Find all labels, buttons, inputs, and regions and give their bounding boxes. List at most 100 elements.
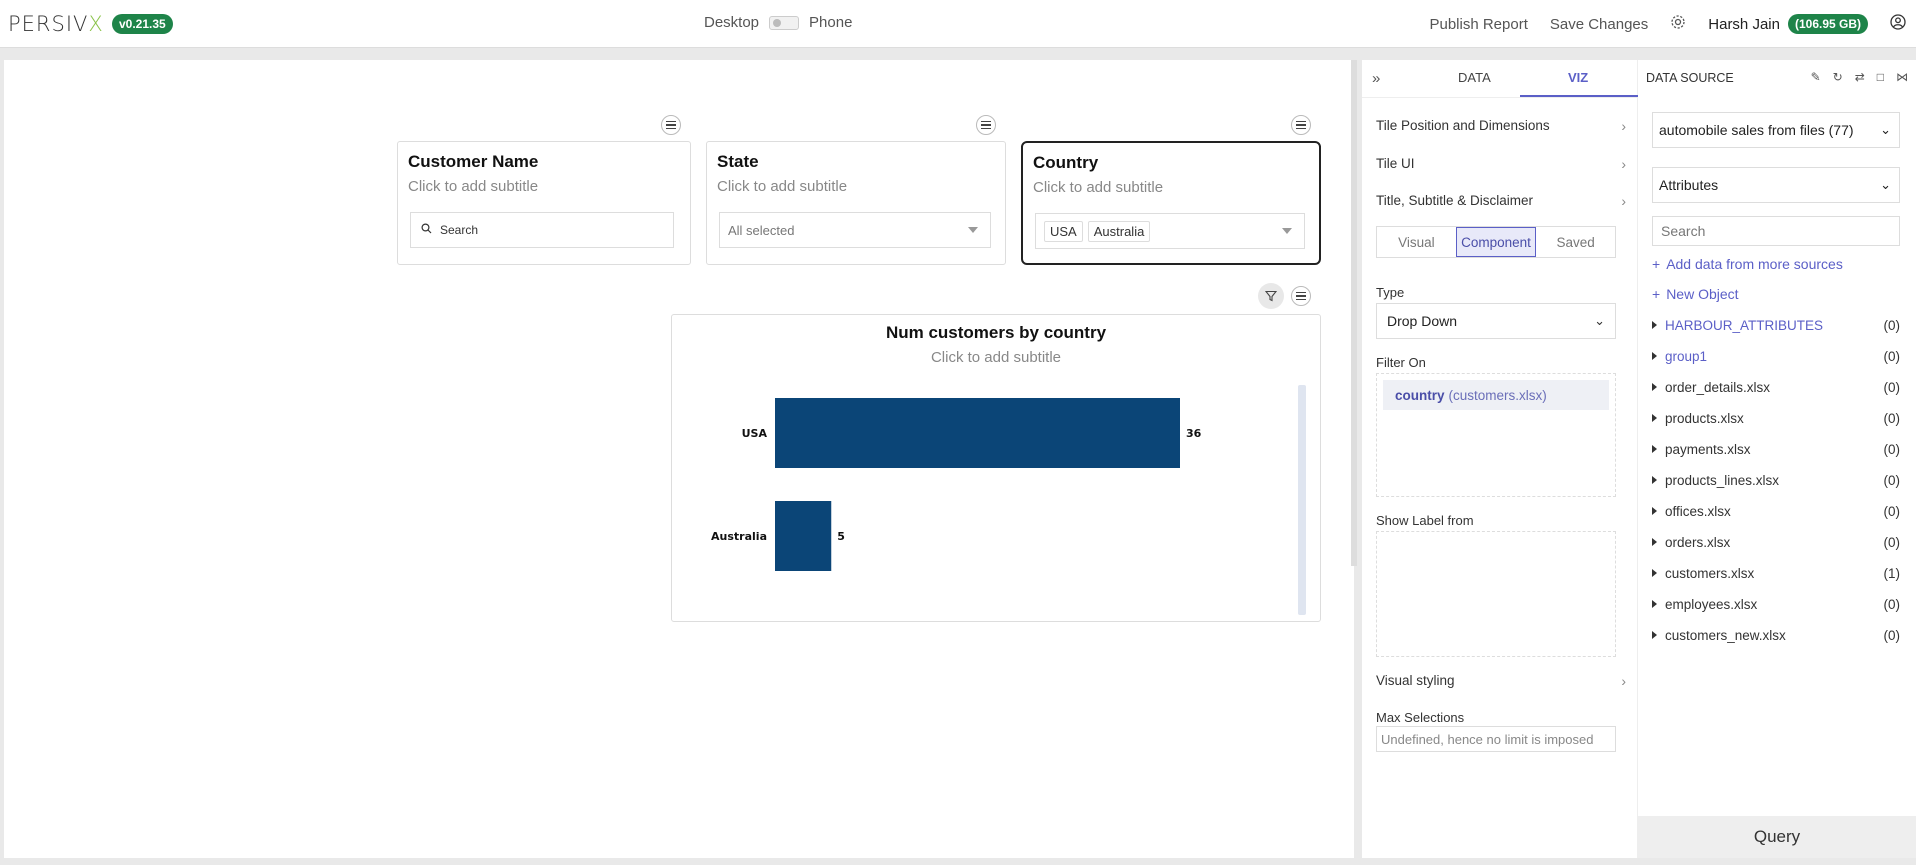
caret-right-icon [1652,507,1657,515]
chevron-right-icon: › [1621,156,1626,172]
panel-tabs: » DATA VIZ [1362,60,1638,98]
caret-right-icon [1652,600,1657,608]
new-object-link[interactable]: + New Object [1652,286,1739,302]
chevron-right-icon: › [1621,118,1626,134]
selected-chip[interactable]: USA [1044,220,1083,242]
viz-config-panel: » DATA VIZ Tile Position and Dimensions ›… [1362,60,1638,858]
tile-menu-icon[interactable] [1291,115,1311,135]
search-placeholder: Search [440,223,479,237]
tree-item[interactable]: orders.xlsx (0) [1652,535,1900,550]
segment-saved[interactable]: Saved [1536,227,1615,257]
active-tab-indicator [1520,95,1638,97]
query-button[interactable]: Query [1638,816,1916,858]
file-icon[interactable]: □ [1877,70,1884,84]
filter-field-pill[interactable]: country (customers.xlsx) [1383,380,1609,410]
chart-scrollbar[interactable] [1298,385,1306,615]
gear-icon[interactable] [1670,14,1686,34]
edit-icon[interactable]: ✎ [1811,70,1821,84]
phone-label[interactable]: Phone [809,14,852,31]
tree-item[interactable]: products_lines.xlsx (0) [1652,473,1900,488]
header-actions: Publish Report Save Changes Harsh Jain (… [1429,14,1906,34]
filter-on-dropzone[interactable]: country (customers.xlsx) [1376,373,1616,497]
search-icon [421,223,432,237]
state-tile[interactable]: State Click to add subtitle All selected [706,141,1006,265]
customer-name-tile[interactable]: Customer Name Click to add subtitle Sear… [397,141,691,265]
tile-title[interactable]: State [717,152,759,172]
canvas-scrollbar[interactable] [1351,60,1357,566]
tile-menu-icon[interactable] [661,115,681,135]
chevron-right-icon: › [1621,673,1626,689]
save-changes-button[interactable]: Save Changes [1550,16,1648,33]
tile-title[interactable]: Customer Name [408,152,538,172]
data-source-toolbar: ✎ ↻ ⇄ □ ⋈ [1811,70,1908,84]
tree-item[interactable]: employees.xlsx (0) [1652,597,1900,612]
merge-icon[interactable]: ⋈ [1896,70,1908,84]
state-dropdown[interactable]: All selected [719,212,991,248]
type-label: Type [1376,285,1405,300]
tree-item[interactable]: payments.xlsx (0) [1652,442,1900,457]
value-label: 5 [837,530,845,543]
filter-on-label: Filter On [1376,355,1426,370]
section-visual-styling[interactable]: Visual styling › [1376,673,1626,689]
tree-item[interactable]: customers_new.xlsx (0) [1652,628,1900,643]
chevron-down-icon: ⌄ [1594,313,1605,328]
attributes-select[interactable]: Attributes ⌄ [1652,167,1900,203]
refresh-icon[interactable]: ↻ [1833,70,1843,84]
show-label-dropzone[interactable] [1376,531,1616,657]
plus-icon: + [1652,286,1661,302]
segment-component[interactable]: Component [1455,227,1537,257]
tree-item[interactable]: offices.xlsx (0) [1652,504,1900,519]
section-tile-ui[interactable]: Tile UI › [1376,156,1626,172]
add-data-sources-link[interactable]: + Add data from more sources [1652,256,1843,272]
data-source-search-input[interactable]: Search [1652,216,1900,246]
type-select[interactable]: Drop Down ⌄ [1376,303,1616,339]
section-tile-position[interactable]: Tile Position and Dimensions › [1376,118,1626,134]
publish-report-button[interactable]: Publish Report [1429,16,1527,33]
tab-viz[interactable]: VIZ [1568,70,1588,85]
storage-badge: (106.95 GB) [1787,14,1868,34]
country-dropdown[interactable]: USA Australia [1035,213,1305,249]
tree-item[interactable]: products.xlsx (0) [1652,411,1900,426]
caret-down-icon [1282,228,1292,234]
tile-subtitle[interactable]: Click to add subtitle [408,178,538,195]
max-selections-input[interactable]: Undefined, hence no limit is imposed [1376,726,1616,752]
tree-item[interactable]: customers.xlsx (1) [1652,566,1900,581]
bar-chart-tile[interactable]: Num customers by country Click to add su… [671,314,1321,622]
tile-subtitle[interactable]: Click to add subtitle [1033,179,1163,196]
tab-data[interactable]: DATA [1458,70,1491,85]
tile-title[interactable]: Country [1033,153,1098,173]
sync-icon[interactable]: ⇄ [1855,70,1865,84]
device-switch: Desktop Phone [704,14,852,31]
section-title-subtitle[interactable]: Title, Subtitle & Disclaimer › [1376,193,1626,209]
tree-item[interactable]: group1 (0) [1652,349,1900,364]
selected-chip[interactable]: Australia [1087,220,1151,242]
category-label: Australia [711,530,767,543]
user-name[interactable]: Harsh Jain [1708,16,1780,33]
user-icon[interactable] [1890,14,1906,34]
filter-icon[interactable] [1258,283,1284,309]
tree-item[interactable]: HARBOUR_ATTRIBUTES (0) [1652,318,1900,333]
data-source-select[interactable]: automobile sales from files (77) ⌄ [1652,112,1900,148]
country-tile[interactable]: Country Click to add subtitle USA Austra… [1021,141,1321,265]
plus-icon: + [1652,256,1661,272]
customer-search-input[interactable]: Search [410,212,674,248]
data-source-panel: DATA SOURCE ✎ ↻ ⇄ □ ⋈ automobile sales f… [1638,60,1916,858]
caret-right-icon [1652,476,1657,484]
data-source-title: DATA SOURCE [1646,71,1734,85]
caret-right-icon [1652,445,1657,453]
collapse-panel-icon[interactable]: » [1372,70,1380,87]
device-toggle[interactable] [769,15,800,30]
app-logo[interactable]: PERSIVX [8,12,104,36]
segment-visual[interactable]: Visual [1377,227,1456,257]
value-label: 36 [1186,427,1202,440]
tile-menu-icon[interactable] [976,115,996,135]
tile-subtitle[interactable]: Click to add subtitle [717,178,847,195]
tile-menu-icon[interactable] [1291,286,1311,306]
show-label-from-label: Show Label from [1376,513,1474,528]
bar-usa[interactable] [775,398,1180,468]
max-selections-label: Max Selections [1376,710,1465,725]
bar-australia[interactable] [775,501,832,571]
tree-item[interactable]: order_details.xlsx (0) [1652,380,1900,395]
desktop-label[interactable]: Desktop [704,14,759,31]
bar-chart: USA 36 Australia 5 [711,398,1202,571]
